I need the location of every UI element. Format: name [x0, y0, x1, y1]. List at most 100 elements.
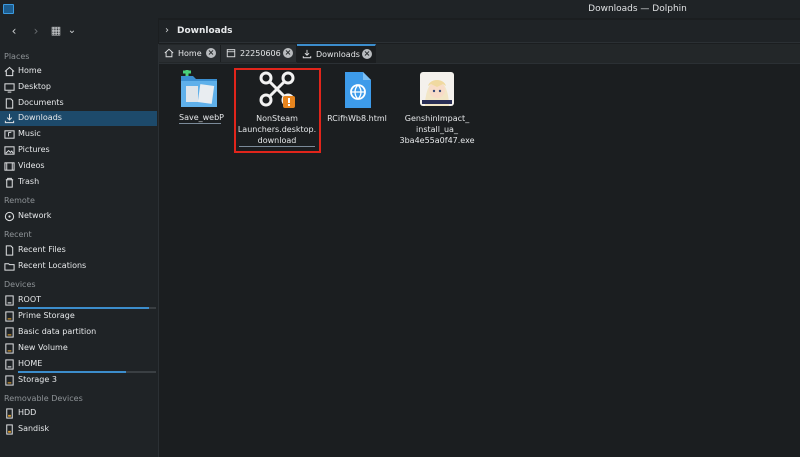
sidebar-item-label: Trash	[18, 177, 40, 186]
section-title-places: Places	[4, 52, 30, 61]
sidebar-item-hdd[interactable]: HDD	[0, 406, 157, 421]
forward-arrow-icon: ›	[33, 24, 39, 38]
tab-home[interactable]: Home ×	[159, 45, 221, 62]
sidebar-item-trash[interactable]: Trash	[0, 175, 157, 190]
sidebar-item-label: ROOT	[18, 295, 42, 304]
view-mode-menu-button[interactable]: ⌄	[64, 23, 80, 39]
sidebar-item-music[interactable]: Music	[0, 127, 157, 142]
sidebar-item-home[interactable]: Home	[0, 64, 157, 79]
sidebar-item-label: HDD	[18, 408, 37, 417]
close-tab-icon[interactable]: ×	[206, 48, 216, 58]
places-panel: Places Home Desktop Documents Downloads …	[0, 44, 159, 457]
file-name-line: 3ba4e55a0f47.exe	[399, 136, 475, 145]
calendar-icon	[226, 49, 236, 58]
sidebar-item-network[interactable]: Network	[0, 209, 157, 224]
sidebar-item-videos[interactable]: Videos	[0, 159, 157, 174]
sidebar-item-label: Home	[18, 66, 42, 75]
sidebar-item-label: New Volume	[18, 343, 68, 352]
sidebar-item-pictures[interactable]: Pictures	[0, 143, 157, 158]
toolbar: ‹ › ▦ ⌄	[0, 18, 158, 44]
close-tab-icon[interactable]: ×	[362, 49, 372, 59]
recent-locations-icon	[4, 263, 15, 271]
download-icon	[4, 113, 15, 124]
sidebar-item-label: Sandisk	[18, 424, 50, 433]
drive-icon	[5, 375, 14, 386]
sidebar-item-storage-3[interactable]: Storage 3	[0, 373, 157, 388]
sidebar-item-recent-locations[interactable]: Recent Locations	[0, 259, 157, 274]
drive-icon	[5, 359, 14, 370]
drive-icon	[5, 343, 14, 354]
sidebar-item-label: Storage 3	[18, 375, 57, 384]
file-item-genshin-impact-exe[interactable]: GenshinImpact_ install_ua_ 3ba4e55a0f47.…	[397, 70, 477, 150]
sidebar-item-desktop[interactable]: Desktop	[0, 80, 157, 95]
section-title-remote: Remote	[4, 196, 35, 205]
highlight-annotation-box	[234, 68, 321, 153]
tab-bar: Home × 22250606 × Downloads ×	[159, 44, 800, 64]
sidebar-item-recent-files[interactable]: Recent Files	[0, 243, 157, 258]
sidebar-item-label: Videos	[18, 161, 45, 170]
usb-drive-icon	[6, 408, 13, 419]
sidebar-item-basic-data-partition[interactable]: Basic data partition	[0, 325, 157, 340]
icon-view-icon: ▦	[50, 24, 62, 37]
sidebar-item-root[interactable]: ROOT	[0, 293, 157, 309]
music-icon	[4, 130, 15, 139]
sidebar-item-label: Music	[18, 129, 41, 138]
desktop-icon	[4, 83, 15, 93]
tab-22250606[interactable]: 22250606 ×	[221, 45, 297, 62]
html-file-icon	[345, 72, 371, 108]
sidebar-item-label: Documents	[18, 98, 64, 107]
sidebar-item-label: Prime Storage	[18, 311, 75, 320]
download-icon	[302, 49, 312, 59]
network-icon	[4, 211, 15, 222]
sidebar-item-label: Recent Locations	[18, 261, 87, 270]
file-name: GenshinImpact_ install_ua_ 3ba4e55a0f47.…	[397, 113, 477, 146]
file-name-line: GenshinImpact_	[404, 114, 470, 123]
drive-icon	[5, 295, 14, 306]
tab-label: 22250606	[240, 49, 281, 58]
sidebar-item-sandisk[interactable]: Sandisk	[0, 422, 157, 437]
drive-icon	[5, 311, 14, 322]
sidebar-item-new-volume[interactable]: New Volume	[0, 341, 157, 356]
file-item-save-webp[interactable]: Save_webP	[159, 70, 239, 130]
sidebar-item-label: Basic data partition	[18, 327, 97, 336]
recent-files-icon	[5, 245, 14, 256]
sidebar-item-label: Recent Files	[18, 245, 66, 254]
location-bar[interactable]: › Downloads	[159, 20, 800, 43]
back-arrow-icon: ‹	[11, 24, 17, 38]
breadcrumb-current[interactable]: Downloads	[177, 26, 233, 36]
sidebar-item-documents[interactable]: Documents	[0, 96, 157, 111]
view-mode-button[interactable]: ▦	[48, 23, 64, 39]
tab-label: Downloads	[316, 50, 360, 59]
file-name: Save_webP	[179, 113, 225, 124]
usb-drive-icon	[6, 424, 13, 435]
sidebar-item-prime-storage[interactable]: Prime Storage	[0, 309, 157, 324]
title-bar: Downloads — Dolphin	[0, 0, 800, 18]
sidebar-item-label: Pictures	[18, 145, 50, 154]
sidebar-item-label: Downloads	[18, 113, 62, 122]
trash-icon	[5, 177, 14, 188]
home-icon	[164, 48, 174, 58]
forward-button[interactable]: ›	[28, 23, 44, 39]
back-button[interactable]: ‹	[6, 23, 22, 39]
section-title-devices: Devices	[4, 280, 36, 289]
home-icon	[4, 66, 15, 77]
folder-icon	[181, 70, 217, 107]
pictures-icon	[4, 146, 15, 155]
videos-icon	[4, 162, 15, 171]
sidebar-item-label: HOME	[18, 359, 43, 368]
sidebar-item-label: Network	[18, 211, 52, 220]
file-item-rcifhwb8-html[interactable]: RCifhWb8.html	[317, 70, 397, 130]
file-name: RCifhWb8.html	[327, 114, 387, 123]
chevron-down-icon: ⌄	[67, 25, 77, 36]
exe-thumbnail-icon	[420, 72, 454, 106]
tab-downloads[interactable]: Downloads ×	[297, 44, 376, 63]
section-title-removable-devices: Removable Devices	[4, 394, 83, 403]
close-tab-icon[interactable]: ×	[283, 48, 293, 58]
documents-icon	[5, 98, 14, 109]
drive-icon	[5, 327, 14, 338]
file-name-line: install_ua_	[416, 125, 458, 134]
window-title: Downloads — Dolphin	[588, 4, 687, 14]
sidebar-item-home-drive[interactable]: HOME	[0, 357, 157, 373]
breadcrumb-chevron-icon[interactable]: ›	[165, 25, 169, 36]
sidebar-item-downloads[interactable]: Downloads	[0, 111, 157, 126]
